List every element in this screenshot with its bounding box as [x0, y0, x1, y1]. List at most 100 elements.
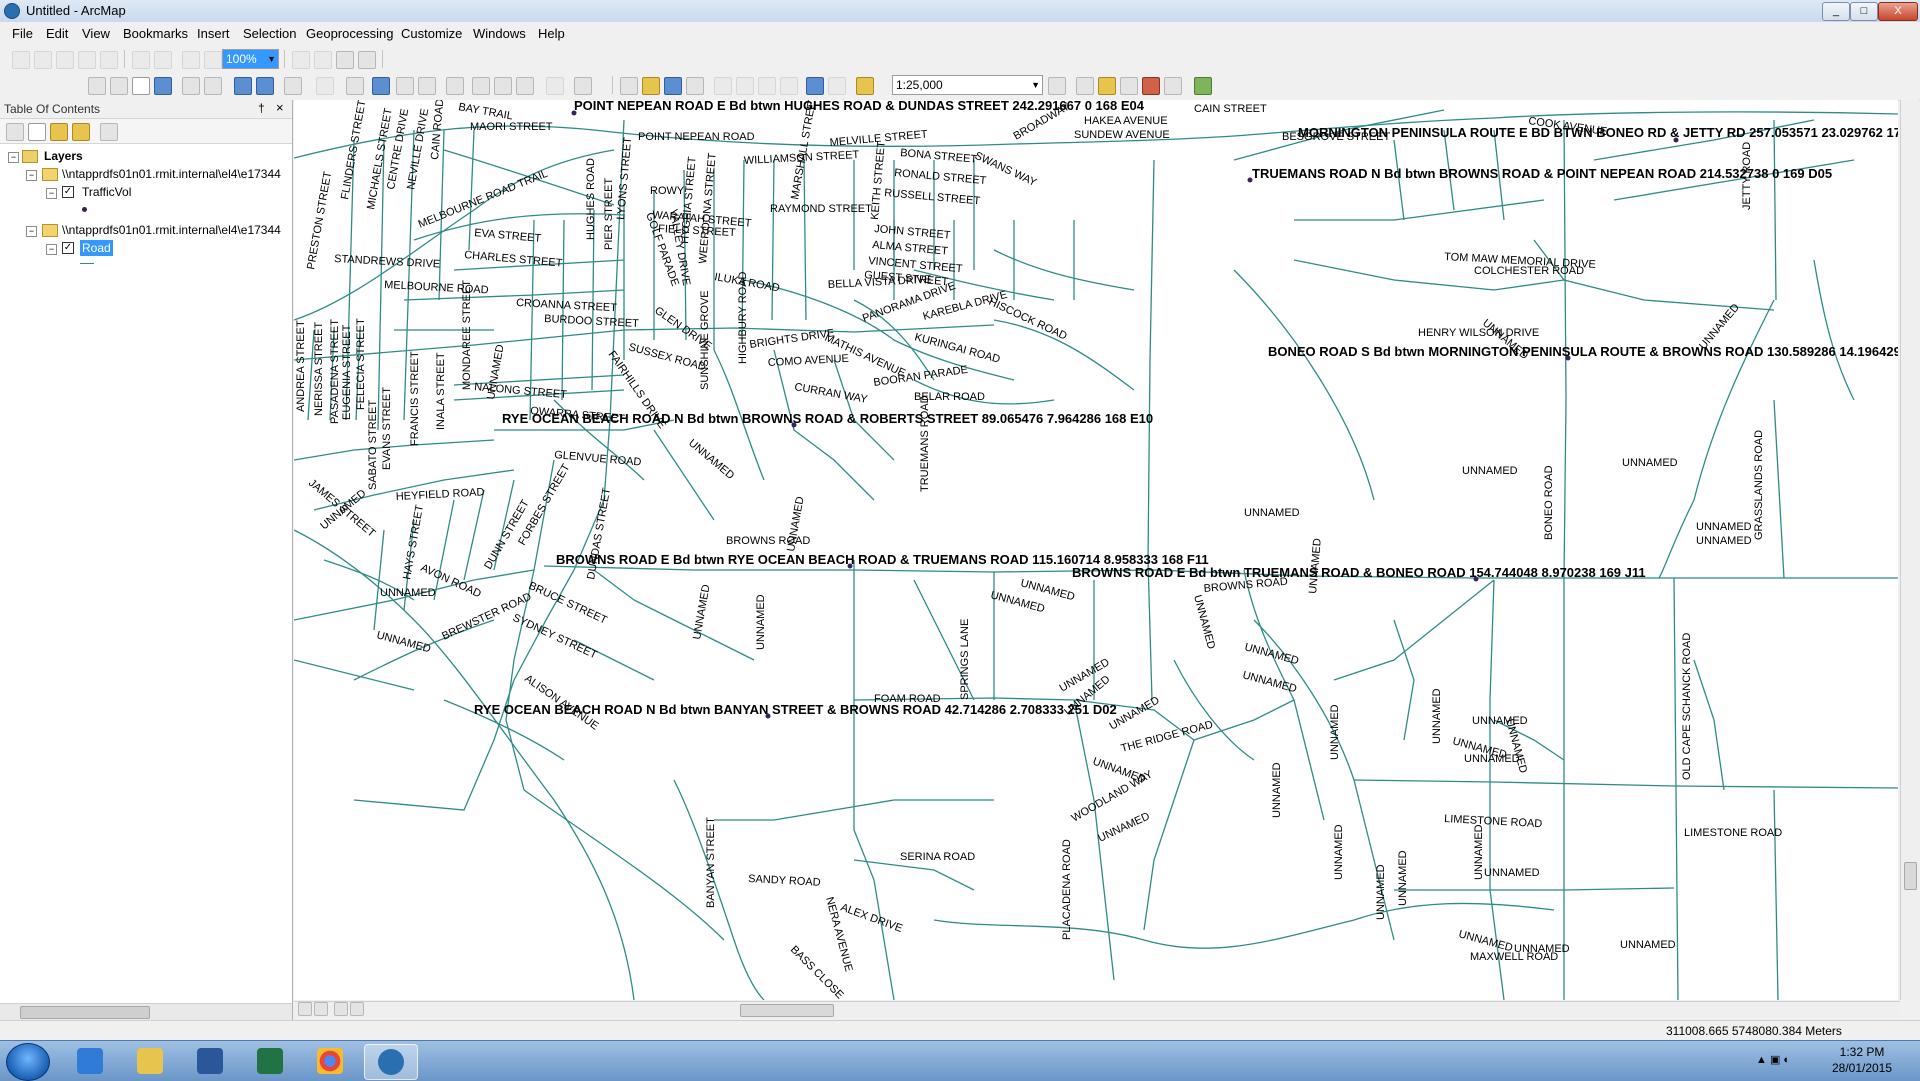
select-features-icon[interactable]	[284, 77, 302, 95]
fixed-zoom-out-icon[interactable]	[204, 77, 222, 95]
menu-view[interactable]: View	[82, 26, 110, 41]
trafficvol-visibility-checkbox[interactable]: ✓	[62, 186, 74, 198]
taskbar-chrome[interactable]	[304, 1044, 356, 1078]
fixed-zoom-in-icon[interactable]	[182, 77, 200, 95]
paste-icon[interactable]	[758, 77, 776, 95]
minimize-button[interactable]: _	[1822, 2, 1850, 21]
group1-path-label[interactable]: \\ntapprdfs01n01.rmit.internal\el4\e1734…	[62, 167, 281, 181]
layers-dataframe-label[interactable]: Layers	[44, 149, 83, 163]
new-document-icon[interactable]	[620, 77, 638, 95]
catalog-window-icon[interactable]	[1098, 77, 1116, 95]
python-window-icon[interactable]	[1164, 77, 1182, 95]
cut-icon[interactable]	[714, 77, 732, 95]
select-elements-arrow-icon[interactable]	[346, 77, 364, 95]
save-icon[interactable]	[664, 77, 682, 95]
go-to-xy-icon[interactable]	[516, 77, 534, 95]
close-button[interactable]: X	[1878, 2, 1918, 21]
menu-windows[interactable]: Windows	[473, 26, 526, 41]
create-viewer-icon[interactable]	[574, 77, 592, 95]
layers-collapse-icon[interactable]: −	[8, 152, 19, 163]
taskbar-file-explorer[interactable]	[124, 1044, 176, 1078]
identify-icon[interactable]	[372, 77, 390, 95]
focus-data-frame-icon[interactable]	[314, 51, 332, 69]
zoom-whole-page-icon[interactable]	[204, 51, 222, 69]
redo-icon[interactable]	[828, 77, 846, 95]
zoom-out-icon[interactable]	[110, 77, 128, 95]
menu-bookmarks[interactable]: Bookmarks	[123, 26, 188, 41]
map-vscroll-thumb[interactable]	[1904, 862, 1917, 890]
go-back-arrow-icon[interactable]	[234, 77, 252, 95]
restore-button[interactable]: □	[1850, 2, 1878, 21]
zoom-percent-combo[interactable]: 100% ▼	[222, 49, 279, 69]
reshape-icon[interactable]	[34, 51, 52, 69]
layout-zoom-out-icon[interactable]	[154, 51, 172, 69]
group2-path-label[interactable]: \\ntapprdfs01n01.rmit.internal\el4\e1734…	[62, 223, 281, 237]
taskbar-clock[interactable]: 1:32 PM 28/01/2015	[1822, 1044, 1902, 1076]
print-icon[interactable]	[686, 77, 704, 95]
map-scale-combo[interactable]: 1:25,000 ▼	[892, 75, 1043, 95]
editor-toolbar-icon[interactable]	[1048, 77, 1066, 95]
taskbar-internet-explorer[interactable]	[64, 1044, 116, 1078]
map-vertical-scrollbar[interactable]	[1900, 100, 1919, 1000]
menu-customize[interactable]: Customize	[401, 26, 462, 41]
toc-pin-icon[interactable]: †	[258, 101, 265, 115]
map-hscroll-thumb[interactable]	[740, 1004, 834, 1017]
layout-view-icon[interactable]	[298, 1002, 312, 1016]
pause-drawing-icon[interactable]	[350, 1002, 364, 1016]
list-by-selection-icon[interactable]	[72, 123, 90, 141]
pan-hand-icon[interactable]	[132, 77, 150, 95]
model-builder-icon[interactable]	[1194, 77, 1212, 95]
table-of-contents-icon[interactable]	[1076, 77, 1094, 95]
split-icon[interactable]	[78, 51, 96, 69]
menu-geoprocessing[interactable]: Geoprocessing	[306, 26, 393, 41]
arctoolbox-icon[interactable]	[1142, 77, 1160, 95]
zoom-in-icon[interactable]	[88, 77, 106, 95]
delete-icon[interactable]	[780, 77, 798, 95]
road-collapse-icon[interactable]: −	[46, 244, 57, 255]
toc-close-icon[interactable]: ×	[276, 100, 284, 115]
list-by-visibility-icon[interactable]	[50, 123, 68, 141]
toc-scroll-thumb[interactable]	[20, 1006, 150, 1019]
road-map-svg[interactable]: POINT NEPEAN ROAD E Bd btwn HUGHES ROAD …	[294, 100, 1898, 1000]
system-tray[interactable]: ▲ ▣ ◐	[1756, 1053, 1790, 1066]
start-button[interactable]	[6, 1043, 50, 1081]
trafficvol-layer-label[interactable]: TrafficVol	[82, 185, 131, 199]
edit-vertices-icon[interactable]	[12, 51, 30, 69]
layout-pan-icon[interactable]	[182, 51, 200, 69]
menu-insert[interactable]: Insert	[197, 26, 230, 41]
find-binoculars-icon[interactable]	[472, 77, 490, 95]
taskbar-word[interactable]	[184, 1044, 236, 1078]
data-driven-pages-icon[interactable]	[358, 51, 376, 69]
toggle-draft-icon[interactable]	[292, 51, 310, 69]
taskbar-excel[interactable]	[244, 1044, 296, 1078]
road-visibility-checkbox[interactable]: ✓	[62, 242, 74, 254]
add-data-icon[interactable]	[856, 77, 874, 95]
time-slider-icon[interactable]	[546, 77, 564, 95]
rotate-icon[interactable]	[100, 51, 118, 69]
menu-help[interactable]: Help	[538, 26, 565, 41]
undo-icon[interactable]	[806, 77, 824, 95]
find-route-icon[interactable]	[494, 77, 512, 95]
layout-zoom-in-icon[interactable]	[132, 51, 150, 69]
search-window-icon[interactable]	[1120, 77, 1138, 95]
data-view-icon[interactable]	[314, 1002, 328, 1016]
go-forward-arrow-icon[interactable]	[256, 77, 274, 95]
list-by-source-icon[interactable]	[28, 123, 46, 141]
hyperlink-icon[interactable]	[396, 77, 414, 95]
toc-options-icon[interactable]	[100, 123, 118, 141]
group2-collapse-icon[interactable]: −	[26, 226, 37, 237]
map-horizontal-scrollbar[interactable]	[294, 1001, 1900, 1019]
taskbar-arcmap[interactable]	[364, 1044, 418, 1080]
menu-selection[interactable]: Selection	[243, 26, 296, 41]
trafficvol-collapse-icon[interactable]: −	[46, 188, 57, 199]
toc-horizontal-scrollbar[interactable]	[0, 1003, 292, 1021]
full-extent-globe-icon[interactable]	[154, 77, 172, 95]
list-by-drawing-order-icon[interactable]	[6, 123, 24, 141]
clear-selection-icon[interactable]	[316, 77, 334, 95]
html-popup-icon[interactable]	[418, 77, 436, 95]
group1-collapse-icon[interactable]: −	[26, 170, 37, 181]
cut-polygons-icon[interactable]	[56, 51, 74, 69]
menu-edit[interactable]: Edit	[46, 26, 68, 41]
map-display[interactable]: POINT NEPEAN ROAD E Bd btwn HUGHES ROAD …	[294, 100, 1898, 1000]
copy-icon[interactable]	[736, 77, 754, 95]
